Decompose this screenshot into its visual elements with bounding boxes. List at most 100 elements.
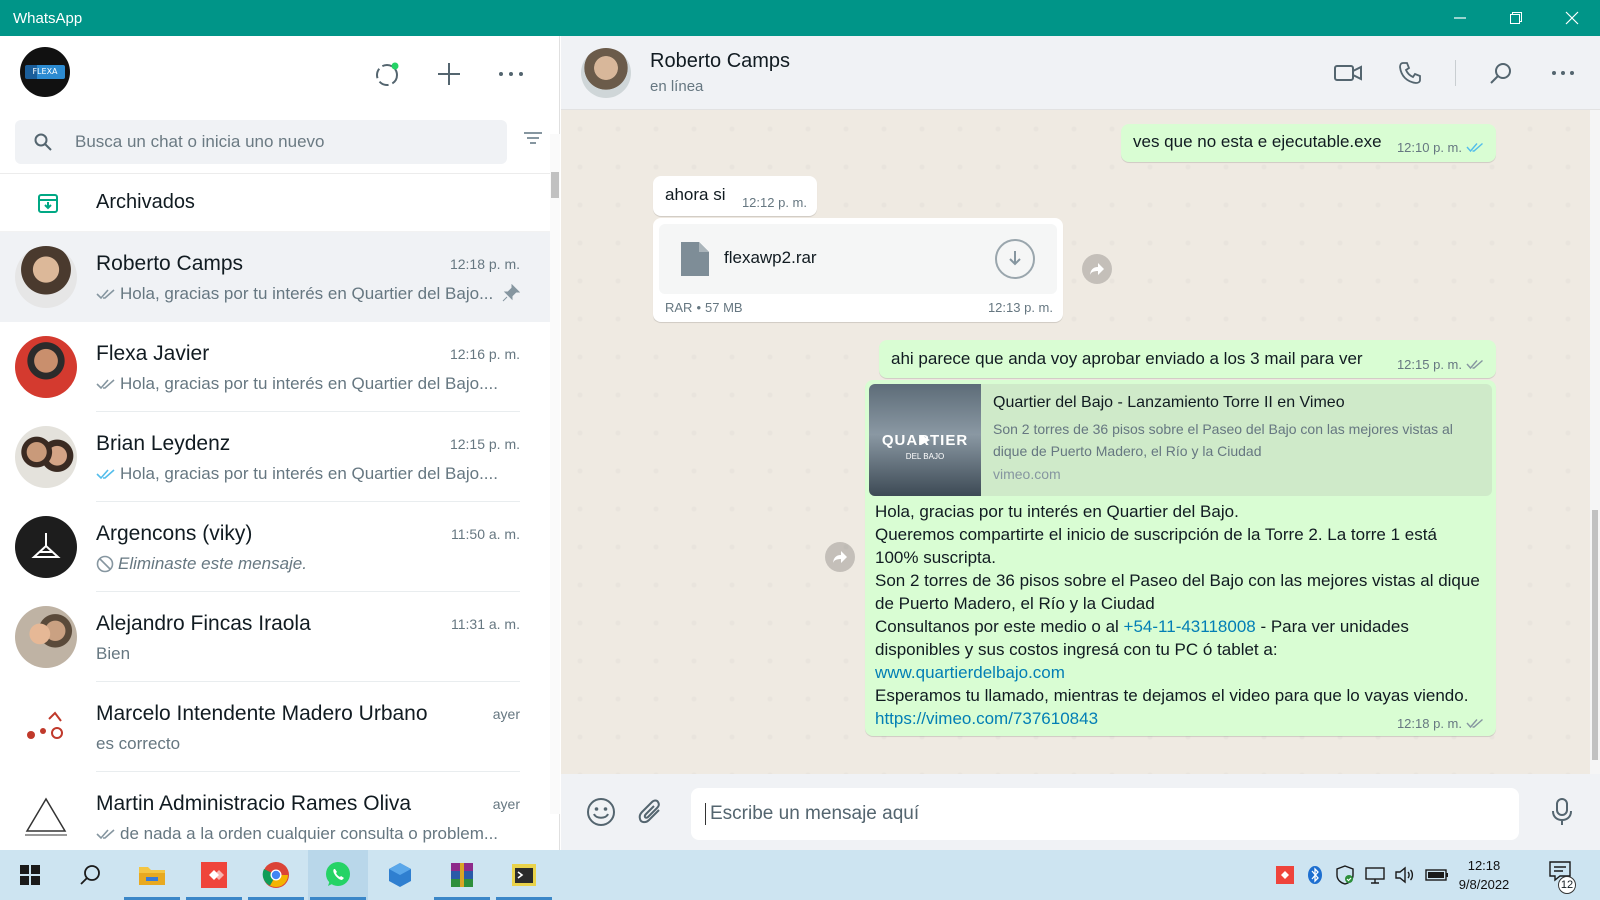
chat-item-roberto-camps[interactable]: Roberto Camps 12:18 p. m. Hola, gracias …: [0, 232, 550, 322]
tray-anydesk-icon[interactable]: [1274, 864, 1296, 886]
close-button[interactable]: [1544, 0, 1600, 36]
sidebar-header: FLEXA: [0, 36, 559, 110]
taskbar-app-terminal[interactable]: [494, 850, 554, 900]
notification-center-button[interactable]: 12: [1548, 860, 1576, 894]
contact-avatar[interactable]: [581, 48, 631, 98]
forward-button[interactable]: [1082, 254, 1112, 284]
chat-list-scrollbar[interactable]: [550, 134, 560, 814]
taskbar-whatsapp[interactable]: [308, 850, 368, 900]
restore-button[interactable]: [1488, 0, 1544, 36]
avatar: [15, 606, 77, 668]
network-icon[interactable]: [1364, 864, 1386, 886]
link-preview[interactable]: QUARTIER DEL BAJO Quartier del Bajo - La…: [869, 384, 1492, 496]
video-thumbnail[interactable]: QUARTIER DEL BAJO: [869, 384, 981, 496]
conversation-menu-button[interactable]: [1546, 56, 1580, 90]
file-card[interactable]: flexawp2.rar: [659, 224, 1057, 294]
status-icon: [376, 62, 399, 86]
forward-icon: [833, 551, 847, 563]
plus-icon: [438, 63, 460, 85]
phone-link[interactable]: +54-11-43118008: [1124, 617, 1256, 636]
security-shield-icon[interactable]: [1334, 864, 1356, 886]
attach-button[interactable]: [633, 794, 669, 830]
forward-button[interactable]: [825, 542, 855, 572]
message-time: 12:15 p. m.: [1396, 357, 1462, 372]
double-check-icon: [96, 379, 115, 390]
scrollbar-thumb[interactable]: [1592, 510, 1598, 760]
message-text: ves que no esta e ejecutable.exe: [1133, 132, 1382, 151]
message-line: Queremos compartirte el inicio de suscri…: [875, 525, 1437, 567]
archived-row[interactable]: Archivados: [0, 174, 559, 232]
avatar: [15, 246, 77, 308]
conversation-header[interactable]: Roberto Camps en línea: [561, 36, 1600, 110]
website-link[interactable]: www.quartierdelbajo.com: [875, 663, 1065, 682]
taskbar-file-explorer[interactable]: [122, 850, 182, 900]
chat-item-flexa-javier[interactable]: Flexa Javier 12:16 p. m. Hola, gracias p…: [0, 322, 550, 412]
chat-item-alejandro-fincas[interactable]: Alejandro Fincas Iraola 11:31 a. m. Bien: [0, 592, 550, 682]
message-input[interactable]: Escribe un mensaje aquí: [691, 788, 1519, 840]
message-outgoing-link[interactable]: QUARTIER DEL BAJO Quartier del Bajo - La…: [865, 380, 1496, 736]
pin-icon: [502, 283, 521, 307]
taskbar-search-button[interactable]: [60, 850, 120, 900]
video-link[interactable]: https://vimeo.com/737610843: [875, 709, 1098, 728]
volume-icon[interactable]: [1394, 864, 1416, 886]
contact-name[interactable]: Roberto Camps: [650, 50, 790, 73]
chat-item-marcelo-intendente[interactable]: Marcelo Intendente Madero Urbano ayer es…: [0, 682, 550, 772]
winrar-icon: [451, 863, 473, 887]
message-text: Consultanos por este medio o al: [875, 617, 1124, 636]
voice-message-button[interactable]: [1544, 794, 1580, 830]
windows-logo-icon: [20, 865, 40, 885]
my-profile-avatar[interactable]: FLEXA: [20, 47, 70, 97]
video-camera-icon: [1334, 65, 1362, 81]
menu-button[interactable]: [495, 58, 527, 90]
chat-preview-text: de nada a la orden cualquier consulta o …: [120, 824, 499, 843]
app-window-icon: [512, 864, 536, 886]
start-button[interactable]: [0, 850, 60, 900]
more-options-icon: [499, 72, 523, 76]
chat-name: Brian Leydenz: [96, 432, 231, 455]
search-bar: [0, 110, 559, 174]
chat-time: 12:16 p. m.: [449, 346, 520, 362]
download-button[interactable]: [995, 239, 1035, 279]
taskbar-clock[interactable]: 12:18 9/8/2022: [1444, 856, 1524, 894]
chat-preview: Bien: [96, 644, 516, 664]
microphone-icon: [1552, 798, 1572, 825]
message-outgoing[interactable]: ahi parece que anda voy aprobar enviado …: [879, 340, 1496, 378]
message-outgoing[interactable]: ves que no esta e ejecutable.exe 12:10 p…: [1121, 124, 1496, 162]
chat-item-martin-administracio[interactable]: Martin Administracio Rames Oliva ayer de…: [0, 772, 550, 862]
voice-call-button[interactable]: [1393, 56, 1427, 90]
chat-item-argencons[interactable]: Argencons (viky) 11:50 a. m. Eliminaste …: [0, 502, 550, 592]
taskbar-winrar[interactable]: [432, 850, 492, 900]
chat-preview-text: Hola, gracias por tu interés en Quartier…: [120, 284, 494, 303]
taskbar-anydesk[interactable]: [184, 850, 244, 900]
double-check-icon: [1466, 718, 1483, 729]
chat-preview-text: Hola, gracias por tu interés en Quartier…: [120, 464, 498, 483]
taskbar-chrome[interactable]: [246, 850, 306, 900]
folder-icon: [139, 867, 165, 885]
scrollbar-thumb[interactable]: [551, 172, 559, 198]
new-chat-button[interactable]: [433, 58, 465, 90]
file-size: 57 MB: [705, 300, 743, 315]
chat-preview: Hola, gracias por tu interés en Quartier…: [96, 464, 516, 484]
window-title: WhatsApp: [13, 9, 83, 27]
minimize-button[interactable]: [1432, 0, 1488, 36]
boxes-app-icon: [389, 863, 411, 887]
message-line: Consultanos por este medio o al +54-11-4…: [875, 615, 1485, 661]
chat-name: Roberto Camps: [96, 252, 244, 275]
status-button[interactable]: [371, 58, 403, 90]
message-text: ahora si: [665, 185, 726, 204]
messages-scrollbar[interactable]: [1590, 110, 1600, 802]
avatar: [15, 426, 77, 488]
chat-item-brian-leydenz[interactable]: Brian Leydenz 12:15 p. m. Hola, gracias …: [0, 412, 550, 502]
search-input[interactable]: [71, 131, 471, 152]
message-incoming[interactable]: ahora si 12:12 p. m.: [653, 176, 817, 216]
search-messages-button[interactable]: [1484, 56, 1518, 90]
bluetooth-icon[interactable]: [1304, 864, 1326, 886]
search-box[interactable]: [15, 119, 507, 164]
video-call-button[interactable]: [1331, 56, 1365, 90]
taskbar-app-boxes[interactable]: [370, 850, 430, 900]
emoji-button[interactable]: [583, 794, 619, 830]
filter-button[interactable]: [523, 130, 543, 151]
file-message[interactable]: flexawp2.rar RAR • 57 MB 12:13 p. m.: [653, 218, 1063, 322]
chat-list: Roberto Camps 12:18 p. m. Hola, gracias …: [0, 232, 550, 862]
message-time: 12:12 p. m.: [741, 195, 807, 210]
